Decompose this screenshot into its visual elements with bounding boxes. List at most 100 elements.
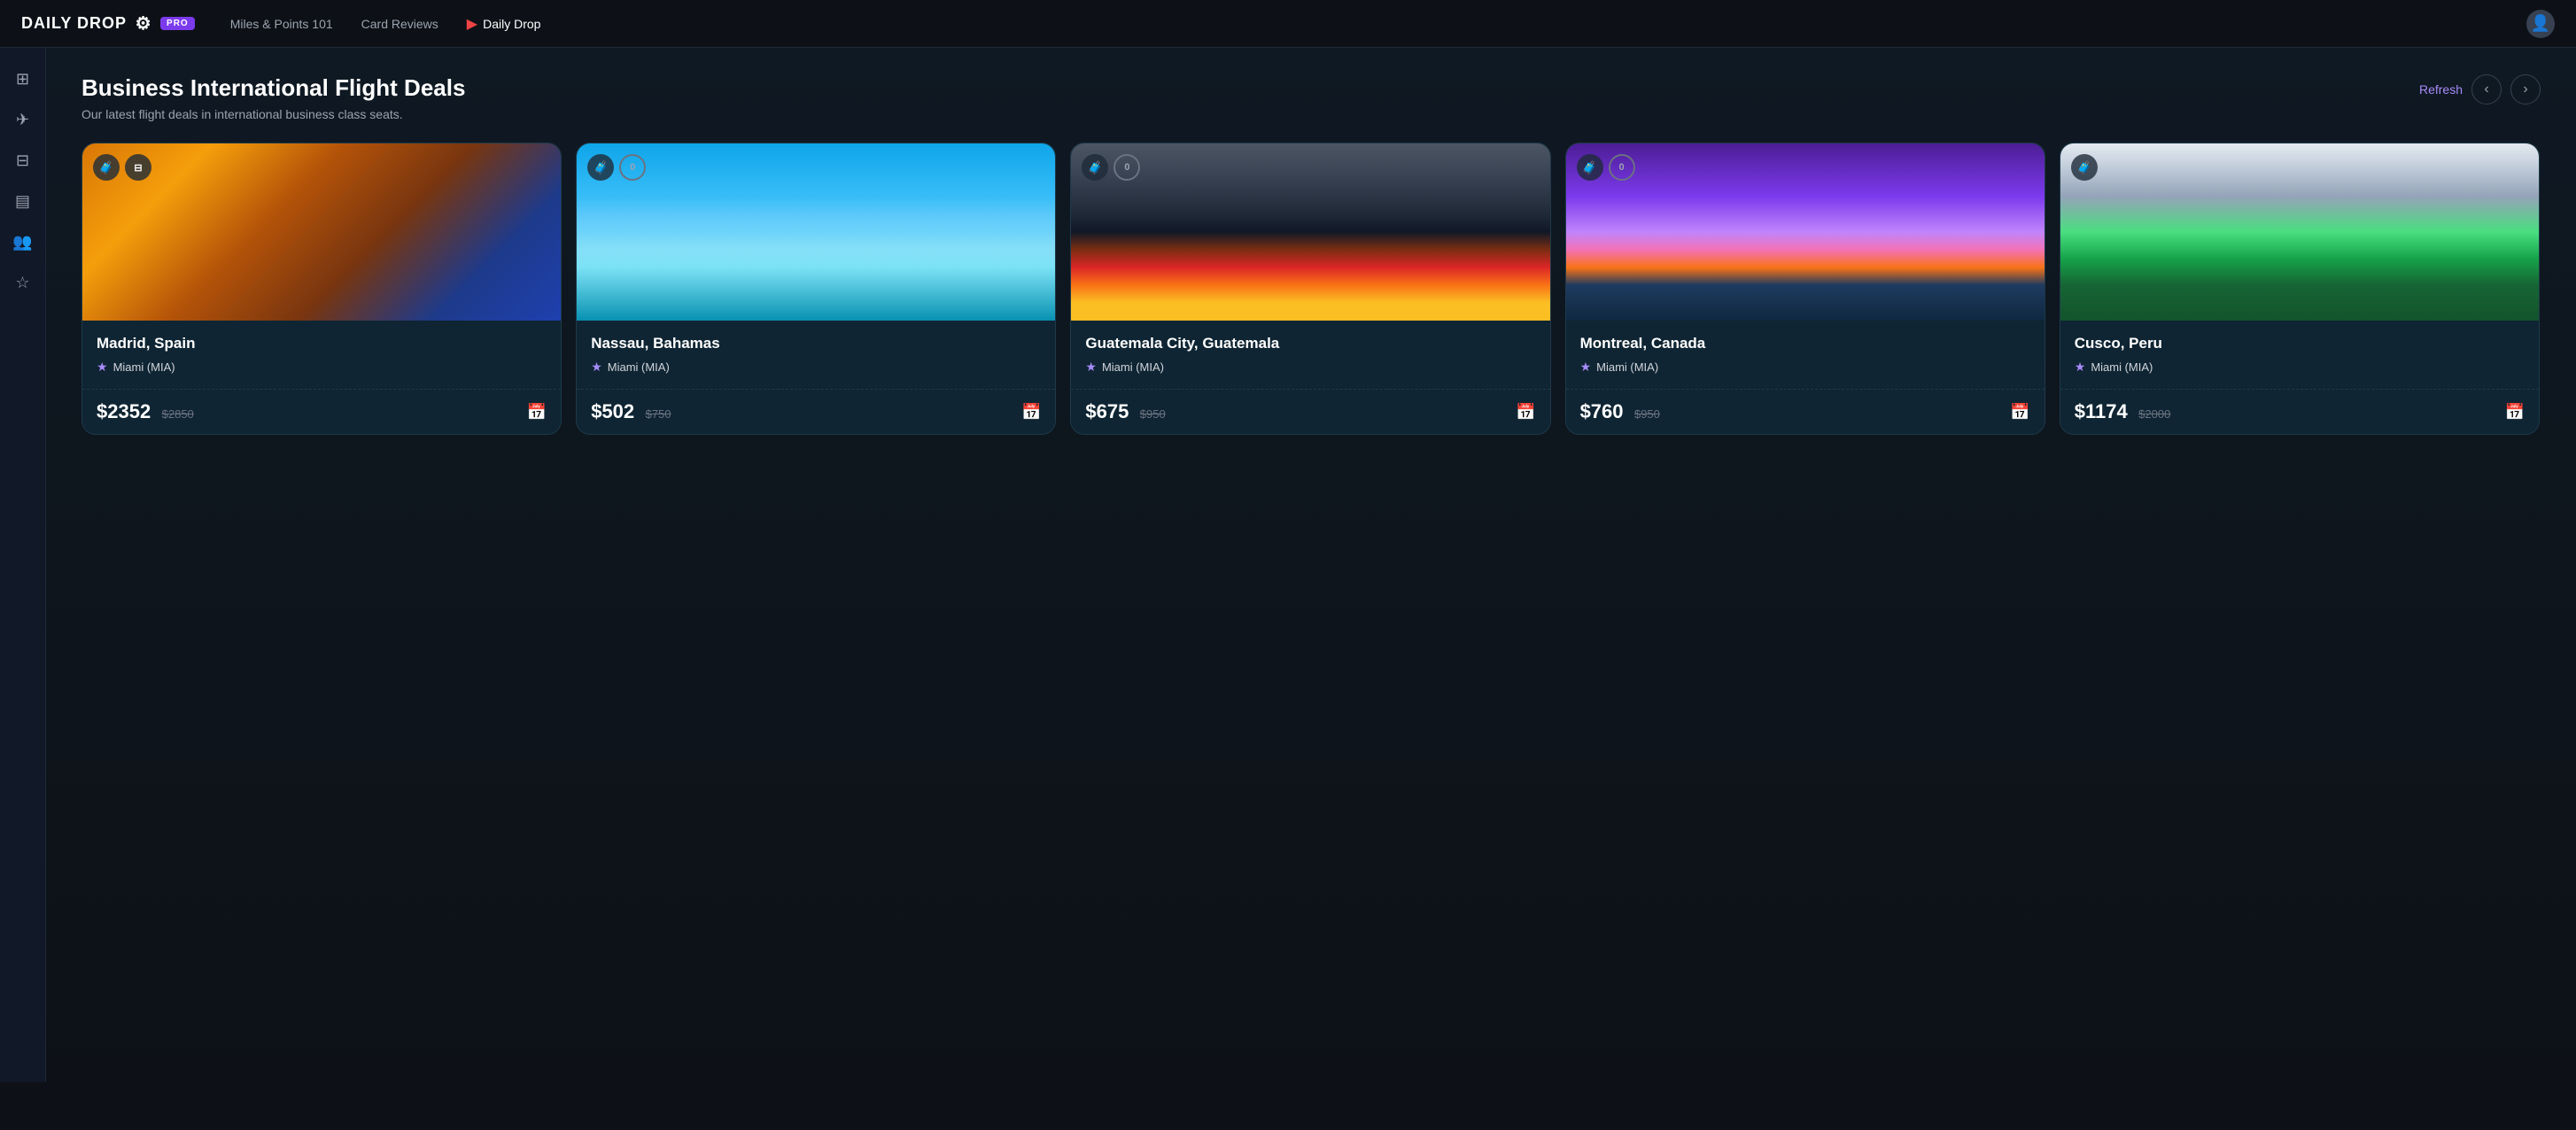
madrid-origin-text: Miami (MIA)	[113, 360, 175, 374]
sidebar-item-dashboard[interactable]: ⊞	[6, 62, 40, 96]
madrid-price: $2352 $2850	[97, 400, 194, 423]
avatar-icon: 👤	[2531, 14, 2550, 33]
card-image-madrid: 🧳 ⊟	[82, 143, 561, 321]
info-badge: ⊟	[125, 154, 151, 181]
luggage-badge: 🧳	[93, 154, 120, 181]
madrid-destination: Madrid, Spain	[97, 335, 547, 352]
nav-links: Miles & Points 101 Card Reviews ▶ Daily …	[230, 15, 541, 33]
cusco-image	[2060, 143, 2539, 321]
madrid-footer: $2352 $2850 📅	[82, 389, 561, 434]
nassau-price: $502 $750	[591, 400, 671, 423]
refresh-button[interactable]: Refresh	[2419, 82, 2463, 97]
nassau-destination: Nassau, Bahamas	[591, 335, 1041, 352]
calendar-icon: 📅	[1021, 403, 1041, 422]
nassau-origin: ★ Miami (MIA)	[591, 360, 1041, 375]
zero-badge: 0	[1113, 154, 1140, 181]
section-title: Business International Flight Deals	[81, 74, 465, 102]
luggage-badge: 🧳	[1082, 154, 1108, 181]
guatemala-price: $675 $950	[1085, 400, 1165, 423]
deal-card-nassau[interactable]: 🧳 0 Nassau, Bahamas ★ Miami (MIA) $502 $…	[576, 143, 1056, 435]
star-icon: ★	[1085, 360, 1097, 375]
user-avatar[interactable]: 👤	[2526, 10, 2555, 38]
logo[interactable]: DAILY DROP ⚙ PRO	[21, 14, 195, 34]
guatemala-image	[1071, 143, 1549, 321]
nav-card-reviews[interactable]: Card Reviews	[361, 17, 438, 31]
section-title-block: Business International Flight Deals Our …	[81, 74, 465, 121]
deal-card-montreal[interactable]: 🧳 0 Montreal, Canada ★ Miami (MIA) $760 …	[1565, 143, 2045, 435]
luggage-badge: 🧳	[1577, 154, 1603, 181]
calendar-icon: 📅	[2010, 403, 2029, 422]
cusco-body: Cusco, Peru ★ Miami (MIA)	[2060, 321, 2539, 389]
section-controls: Refresh ‹ ›	[2419, 74, 2541, 104]
nassau-price-original: $750	[646, 407, 671, 421]
nassau-price-current: $502	[591, 400, 634, 422]
logo-text: DAILY DROP	[21, 14, 127, 33]
guatemala-destination: Guatemala City, Guatemala	[1085, 335, 1535, 352]
nassau-body: Nassau, Bahamas ★ Miami (MIA)	[577, 321, 1055, 389]
sidebar-item-community[interactable]: 👥	[6, 225, 40, 259]
sidebar-item-flights[interactable]: ✈	[6, 103, 40, 136]
guatemala-body: Guatemala City, Guatemala ★ Miami (MIA)	[1071, 321, 1549, 389]
deal-card-cusco[interactable]: 🧳 Cusco, Peru ★ Miami (MIA) $1174 $2000 …	[2060, 143, 2540, 435]
cusco-badges: 🧳	[2071, 154, 2098, 181]
star-icon: ★	[97, 360, 108, 375]
logo-icon: ⚙	[134, 14, 153, 34]
prev-arrow[interactable]: ‹	[2471, 74, 2502, 104]
sidebar-item-cards[interactable]: ▤	[6, 184, 40, 218]
cusco-price-current: $1174	[2075, 400, 2128, 422]
nav-miles[interactable]: Miles & Points 101	[230, 17, 333, 31]
card-image-cusco: 🧳	[2060, 143, 2539, 321]
deal-card-madrid[interactable]: 🧳 ⊟ Madrid, Spain ★ Miami (MIA) $2352 $2…	[81, 143, 562, 435]
montreal-origin: ★ Miami (MIA)	[1580, 360, 2030, 375]
madrid-origin: ★ Miami (MIA)	[97, 360, 547, 375]
guatemala-origin: ★ Miami (MIA)	[1085, 360, 1535, 375]
sidebar-item-favorites[interactable]: ☆	[6, 266, 40, 299]
sidebar: ⊞ ✈ ⊟ ▤ 👥 ☆	[0, 48, 46, 1082]
nassau-image	[577, 143, 1055, 321]
cusco-origin-text: Miami (MIA)	[2091, 360, 2153, 374]
calendar-icon: 📅	[527, 403, 547, 422]
nassau-origin-text: Miami (MIA)	[608, 360, 670, 374]
madrid-badges: 🧳 ⊟	[93, 154, 151, 181]
guatemala-origin-text: Miami (MIA)	[1102, 360, 1164, 374]
card-image-guatemala: 🧳 0	[1071, 143, 1549, 321]
next-arrow[interactable]: ›	[2510, 74, 2541, 104]
nav-daily-drop[interactable]: ▶ Daily Drop	[467, 15, 541, 33]
deals-row: 🧳 ⊟ Madrid, Spain ★ Miami (MIA) $2352 $2…	[81, 143, 2541, 435]
cusco-origin: ★ Miami (MIA)	[2075, 360, 2525, 375]
pro-badge: PRO	[160, 17, 195, 30]
star-icon: ★	[591, 360, 602, 375]
navbar: DAILY DROP ⚙ PRO Miles & Points 101 Card…	[0, 0, 2576, 48]
star-icon: ★	[2075, 360, 2086, 375]
montreal-destination: Montreal, Canada	[1580, 335, 2030, 352]
cusco-price-original: $2000	[2138, 407, 2170, 421]
main-content: Business International Flight Deals Our …	[46, 48, 2576, 1082]
montreal-price-current: $760	[1580, 400, 1624, 422]
montreal-badges: 🧳 0	[1577, 154, 1635, 181]
deal-card-guatemala[interactable]: 🧳 0 Guatemala City, Guatemala ★ Miami (M…	[1070, 143, 1550, 435]
montreal-price: $760 $950	[1580, 400, 1660, 423]
guatemala-price-current: $675	[1085, 400, 1129, 422]
calendar-icon: 📅	[2505, 403, 2525, 422]
star-icon: ★	[1580, 360, 1592, 375]
madrid-body: Madrid, Spain ★ Miami (MIA)	[82, 321, 561, 389]
cusco-price: $1174 $2000	[2075, 400, 2171, 423]
cusco-footer: $1174 $2000 📅	[2060, 389, 2539, 434]
madrid-price-original: $2850	[162, 407, 194, 421]
card-image-nassau: 🧳 0	[577, 143, 1055, 321]
section-subtitle: Our latest flight deals in international…	[81, 107, 465, 121]
nassau-badges: 🧳 0	[587, 154, 646, 181]
zero-badge: 0	[619, 154, 646, 181]
guatemala-footer: $675 $950 📅	[1071, 389, 1549, 434]
madrid-price-current: $2352	[97, 400, 151, 422]
sidebar-item-hotels[interactable]: ⊟	[6, 143, 40, 177]
montreal-origin-text: Miami (MIA)	[1596, 360, 1658, 374]
nassau-footer: $502 $750 📅	[577, 389, 1055, 434]
montreal-body: Montreal, Canada ★ Miami (MIA)	[1566, 321, 2045, 389]
guatemala-price-original: $950	[1140, 407, 1166, 421]
cusco-destination: Cusco, Peru	[2075, 335, 2525, 352]
calendar-icon: 📅	[1516, 403, 1535, 422]
luggage-badge: 🧳	[2071, 154, 2098, 181]
zero-badge: 0	[1609, 154, 1635, 181]
montreal-image	[1566, 143, 2045, 321]
